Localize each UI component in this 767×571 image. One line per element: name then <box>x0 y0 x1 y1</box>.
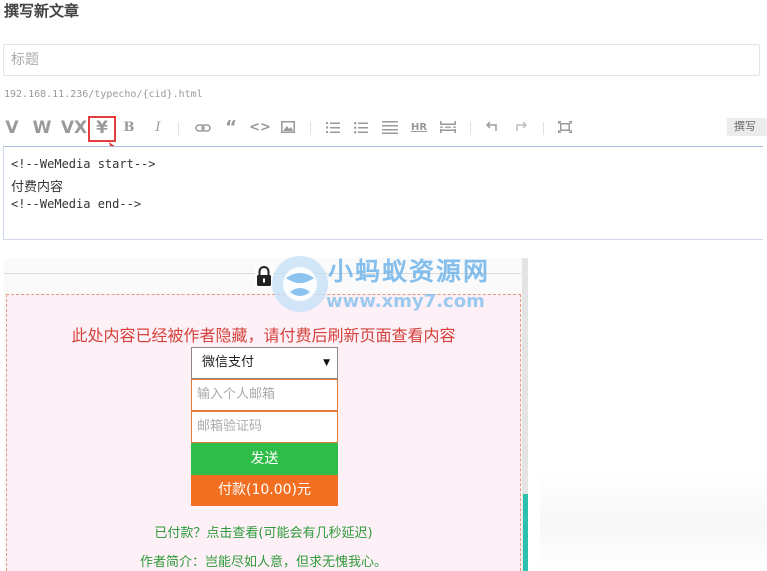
hidden-content-message: 此处内容已经被作者隐藏，请付费后刷新页面查看内容 <box>71 326 456 345</box>
fullscreen-button[interactable] <box>556 114 574 142</box>
ordered-list-icon <box>326 122 340 133</box>
payment-method-value: 微信支付 <box>202 355 255 370</box>
preview-button[interactable]: 撰写 <box>727 118 767 136</box>
undo-button[interactable] <box>484 114 500 142</box>
page-title: 撰写新文章 <box>4 2 80 20</box>
editor-line-end: <!--WeMedia end--> <box>11 197 142 211</box>
permalink: 192.168.11.236/typecho/{cid}.html <box>4 89 203 100</box>
more-button[interactable] <box>438 114 458 142</box>
editor-textarea[interactable]: <!--WeMedia start--> 付费内容 <!--WeMedia en… <box>3 146 763 240</box>
payment-method-select[interactable]: 微信支付 ▼ <box>191 347 338 379</box>
redo-icon <box>515 121 527 131</box>
author-intro: 作者简介：岂能尽如人意，但求无愧我心。 <box>139 555 387 570</box>
title-input[interactable] <box>4 45 759 75</box>
image-icon <box>281 121 295 133</box>
undo-icon <box>485 121 497 131</box>
link-button[interactable] <box>193 114 213 142</box>
unordered-list-icon <box>354 122 368 134</box>
fullscreen-icon <box>558 121 572 133</box>
bold-button[interactable]: B <box>120 114 138 142</box>
paid-check-link[interactable]: 已付款？点击查看(可能会有几秒延迟) <box>7 522 520 541</box>
italic-button[interactable]: I <box>149 114 167 142</box>
verification-code-input[interactable]: 邮箱验证码 <box>191 411 338 443</box>
w-button[interactable]: W <box>30 114 54 142</box>
editor-line-content: 付费内容 <box>11 180 64 195</box>
heading-icon <box>382 121 398 134</box>
vx-button[interactable]: VX <box>60 114 88 142</box>
paywall-box: 此处内容已经被作者隐藏，请付费后刷新页面查看内容 微信支付 ▼ 输入个人邮箱 邮… <box>6 294 521 571</box>
code-button[interactable]: <> <box>249 114 271 142</box>
watermark-url: www.xmy7.com <box>326 291 485 312</box>
ordered-list-button[interactable] <box>324 114 342 142</box>
send-button[interactable]: 发送 <box>191 443 338 475</box>
watermark-name: 小蚂蚁资源网 <box>328 257 491 286</box>
dropdown-arrow-icon: ▼ <box>323 358 330 368</box>
scrollbar-accent <box>523 494 528 571</box>
email-input[interactable]: 输入个人邮箱 <box>191 379 338 411</box>
redo-button[interactable] <box>512 114 528 142</box>
hr-button[interactable]: HR <box>408 114 430 142</box>
heading-button[interactable] <box>380 114 400 142</box>
quote-button[interactable]: “ <box>222 114 240 142</box>
editor-line-start: <!--WeMedia start--> <box>11 157 156 171</box>
watermark: 小蚂蚁资源网 www.xmy7.com <box>268 248 518 320</box>
image-button[interactable] <box>279 114 297 142</box>
watermark-logo-icon <box>272 256 328 312</box>
more-icon <box>440 121 456 133</box>
link-icon <box>195 124 211 132</box>
v-button[interactable]: V <box>4 114 20 142</box>
title-field[interactable] <box>3 44 760 76</box>
pay-button[interactable]: 付款(10.00)元 <box>191 475 338 506</box>
unordered-list-button[interactable] <box>352 114 370 142</box>
background-fade <box>540 470 767 571</box>
